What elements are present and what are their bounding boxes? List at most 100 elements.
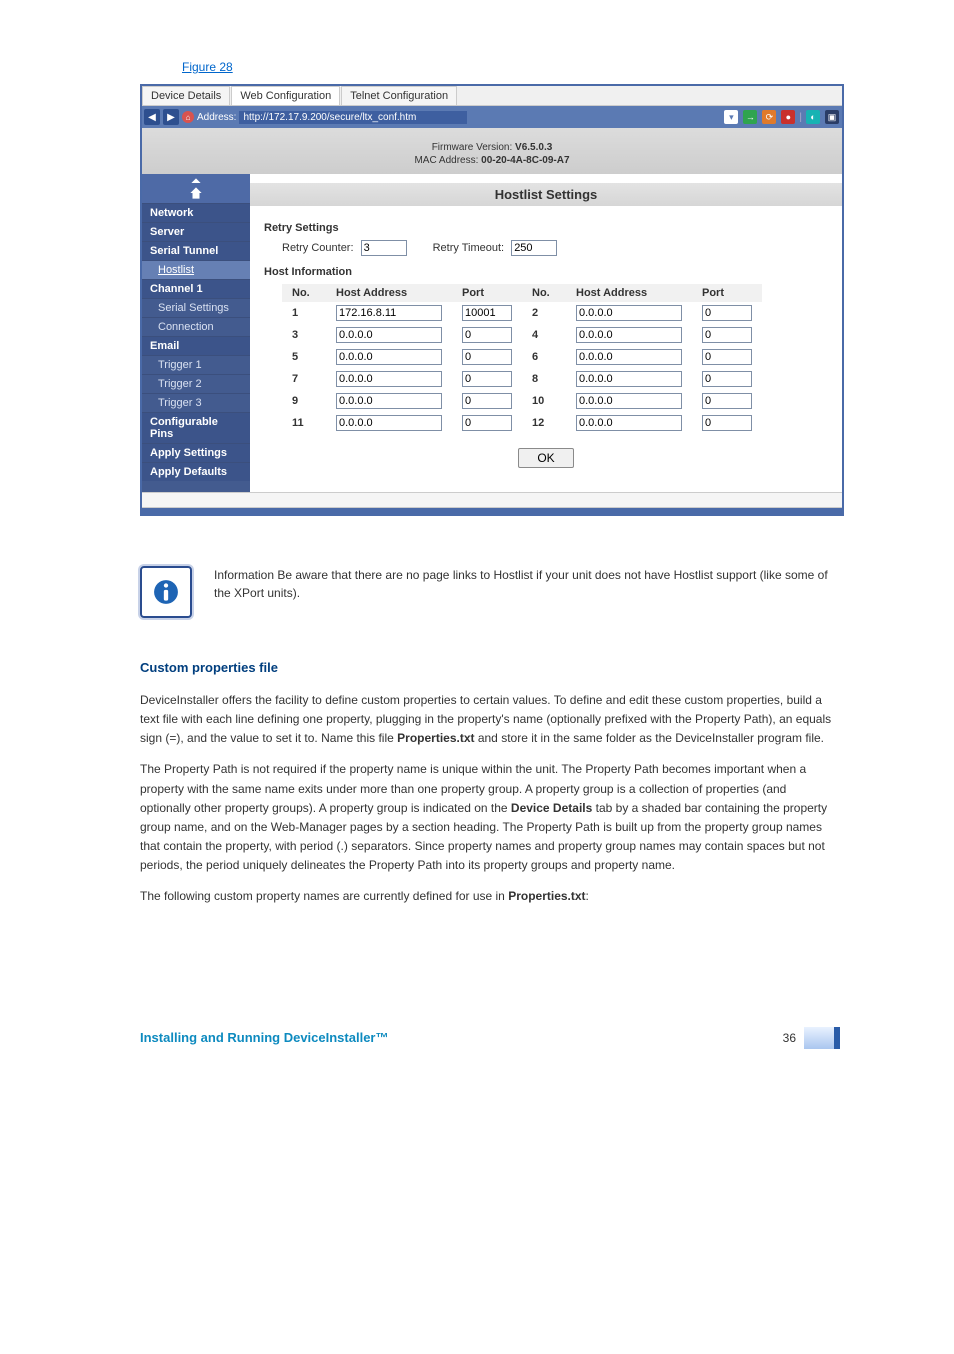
sidebar-item-connection[interactable]: Connection bbox=[142, 317, 250, 336]
host-address-input[interactable] bbox=[336, 415, 442, 431]
info-note-text: Information Be aware that there are no p… bbox=[214, 566, 840, 602]
row-no: 7 bbox=[282, 368, 326, 390]
page-number: 36 bbox=[783, 1031, 796, 1045]
table-row: 11 12 bbox=[282, 412, 762, 434]
ok-button[interactable]: OK bbox=[518, 448, 573, 468]
col-host-address-left: Host Address bbox=[326, 284, 452, 302]
sidebar-item-channel-1[interactable]: Channel 1 bbox=[142, 279, 250, 298]
close-tool-icon[interactable]: ▣ bbox=[825, 110, 839, 124]
port-input[interactable] bbox=[702, 349, 752, 365]
status-bar bbox=[142, 492, 842, 508]
row-no: 12 bbox=[522, 412, 566, 434]
host-address-input[interactable] bbox=[576, 305, 682, 321]
meta-band: Firmware Version: V6.5.0.3 MAC Address: … bbox=[142, 128, 842, 174]
custom-properties-section: Custom properties file DeviceInstaller o… bbox=[140, 658, 840, 907]
info-note: Information Be aware that there are no p… bbox=[140, 566, 840, 618]
port-input[interactable] bbox=[702, 415, 752, 431]
table-row: 12 bbox=[282, 302, 762, 324]
port-input[interactable] bbox=[462, 415, 512, 431]
tool-icon-1[interactable]: ▾ bbox=[724, 110, 738, 124]
mac-label: MAC Address: bbox=[414, 155, 478, 166]
host-address-input[interactable] bbox=[336, 349, 442, 365]
row-no: 4 bbox=[522, 324, 566, 346]
sidebar-item-trigger-2[interactable]: Trigger 2 bbox=[142, 374, 250, 393]
back-icon[interactable]: ◀ bbox=[144, 109, 160, 125]
port-input[interactable] bbox=[702, 371, 752, 387]
host-address-input[interactable] bbox=[576, 349, 682, 365]
host-address-input[interactable] bbox=[336, 371, 442, 387]
host-address-input[interactable] bbox=[336, 393, 442, 409]
host-information-heading: Host Information bbox=[264, 266, 828, 278]
content-area: Retry Settings Retry Counter: Retry Time… bbox=[250, 206, 842, 492]
stop-icon[interactable]: ● bbox=[781, 110, 795, 124]
sidebar-item-trigger-1[interactable]: Trigger 1 bbox=[142, 355, 250, 374]
port-input[interactable] bbox=[702, 393, 752, 409]
tab-device-details[interactable]: Device Details bbox=[142, 86, 230, 105]
sidebar-home-icon[interactable] bbox=[142, 183, 250, 203]
sidebar-item-serial-settings[interactable]: Serial Settings bbox=[142, 298, 250, 317]
sidebar-item-apply-defaults[interactable]: Apply Defaults bbox=[142, 462, 250, 481]
port-input[interactable] bbox=[462, 305, 512, 321]
custom-para-1: DeviceInstaller offers the facility to d… bbox=[140, 691, 840, 749]
port-input[interactable] bbox=[462, 393, 512, 409]
port-input[interactable] bbox=[702, 327, 752, 343]
go-icon[interactable]: → bbox=[743, 110, 757, 124]
forward-icon[interactable]: ▶ bbox=[163, 109, 179, 125]
row-no: 5 bbox=[282, 346, 326, 368]
col-no-left: No. bbox=[282, 284, 326, 302]
sidebar-item-email[interactable]: Email bbox=[142, 336, 250, 355]
page-footer: Installing and Running DeviceInstaller™ … bbox=[140, 1027, 840, 1049]
sidebar-item-apply-settings[interactable]: Apply Settings bbox=[142, 443, 250, 462]
row-no: 3 bbox=[282, 324, 326, 346]
info-icon bbox=[140, 566, 192, 618]
host-address-input[interactable] bbox=[576, 371, 682, 387]
retry-settings-heading: Retry Settings bbox=[264, 222, 828, 234]
col-host-address-right: Host Address bbox=[566, 284, 692, 302]
globe-icon[interactable]: ◐ bbox=[806, 110, 820, 124]
row-no: 1 bbox=[282, 302, 326, 324]
row-no: 10 bbox=[522, 390, 566, 412]
host-address-input[interactable] bbox=[336, 327, 442, 343]
port-input[interactable] bbox=[462, 371, 512, 387]
col-port-left: Port bbox=[452, 284, 522, 302]
firmware-value: V6.5.0.3 bbox=[515, 142, 552, 153]
port-input[interactable] bbox=[462, 327, 512, 343]
top-tabs: Device Details Web Configuration Telnet … bbox=[142, 86, 842, 106]
row-no: 9 bbox=[282, 390, 326, 412]
custom-para-2: The Property Path is not required if the… bbox=[140, 760, 840, 875]
host-address-input[interactable] bbox=[576, 393, 682, 409]
sidebar-item-configurable-pins[interactable]: Configurable Pins bbox=[142, 412, 250, 443]
host-information-table: No. Host Address Port No. Host Address P… bbox=[282, 284, 762, 434]
host-address-input[interactable] bbox=[576, 327, 682, 343]
row-no: 6 bbox=[522, 346, 566, 368]
retry-counter-input[interactable] bbox=[361, 240, 407, 256]
port-input[interactable] bbox=[702, 305, 752, 321]
figure-link[interactable]: Figure 28 bbox=[182, 60, 233, 74]
sidebar-item-hostlist[interactable]: Hostlist bbox=[142, 260, 250, 279]
host-address-input[interactable] bbox=[336, 305, 442, 321]
table-row: 34 bbox=[282, 324, 762, 346]
retry-timeout-input[interactable] bbox=[511, 240, 557, 256]
row-no: 11 bbox=[282, 412, 326, 434]
port-input[interactable] bbox=[462, 349, 512, 365]
row-no: 8 bbox=[522, 368, 566, 390]
address-label: Address: bbox=[197, 112, 236, 123]
sidebar-item-network[interactable]: Network bbox=[142, 203, 250, 222]
retry-timeout-label: Retry Timeout: bbox=[433, 242, 505, 254]
sidebar-item-server[interactable]: Server bbox=[142, 222, 250, 241]
address-input[interactable] bbox=[239, 111, 467, 124]
sidebar-item-trigger-3[interactable]: Trigger 3 bbox=[142, 393, 250, 412]
col-no-right: No. bbox=[522, 284, 566, 302]
custom-heading: Custom properties file bbox=[140, 658, 840, 679]
footer-title: Installing and Running DeviceInstaller™ bbox=[140, 1030, 389, 1045]
refresh-icon[interactable]: ⟳ bbox=[762, 110, 776, 124]
tab-telnet-configuration[interactable]: Telnet Configuration bbox=[341, 86, 457, 105]
host-address-input[interactable] bbox=[576, 415, 682, 431]
sidebar-item-serial-tunnel[interactable]: Serial Tunnel bbox=[142, 241, 250, 260]
tab-web-configuration[interactable]: Web Configuration bbox=[231, 86, 340, 105]
home-icon[interactable]: ⌂ bbox=[182, 111, 194, 123]
table-row: 56 bbox=[282, 346, 762, 368]
firmware-label: Firmware Version: bbox=[432, 142, 513, 153]
address-bar: ◀ ▶ ⌂ Address: ▾ → ⟳ ● | ◐ ▣ bbox=[142, 106, 842, 128]
custom-para-3: The following custom property names are … bbox=[140, 887, 840, 906]
